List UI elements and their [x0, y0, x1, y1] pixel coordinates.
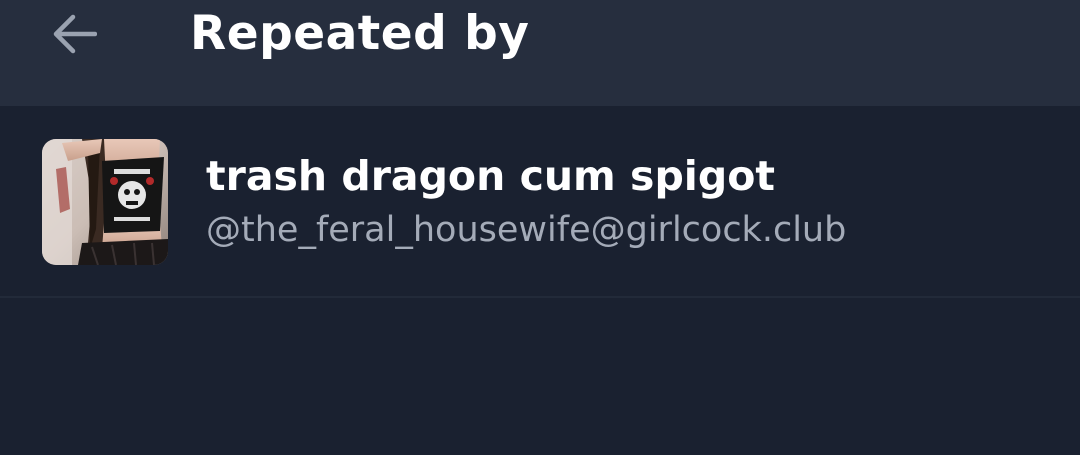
account-handle: @the_feral_housewife@girlcock.club	[206, 210, 847, 250]
avatar-photo	[42, 139, 168, 265]
page-title: Repeated by	[190, 6, 530, 61]
top-app-bar: Repeated by	[0, 0, 1080, 106]
account-list-item[interactable]: trash dragon cum spigot @the_feral_house…	[0, 106, 1080, 298]
account-list: trash dragon cum spigot @the_feral_house…	[0, 106, 1080, 298]
avatar[interactable]	[42, 139, 168, 265]
back-button[interactable]	[44, 6, 104, 62]
display-name: trash dragon cum spigot	[206, 152, 775, 200]
arrow-left-icon	[53, 14, 97, 54]
